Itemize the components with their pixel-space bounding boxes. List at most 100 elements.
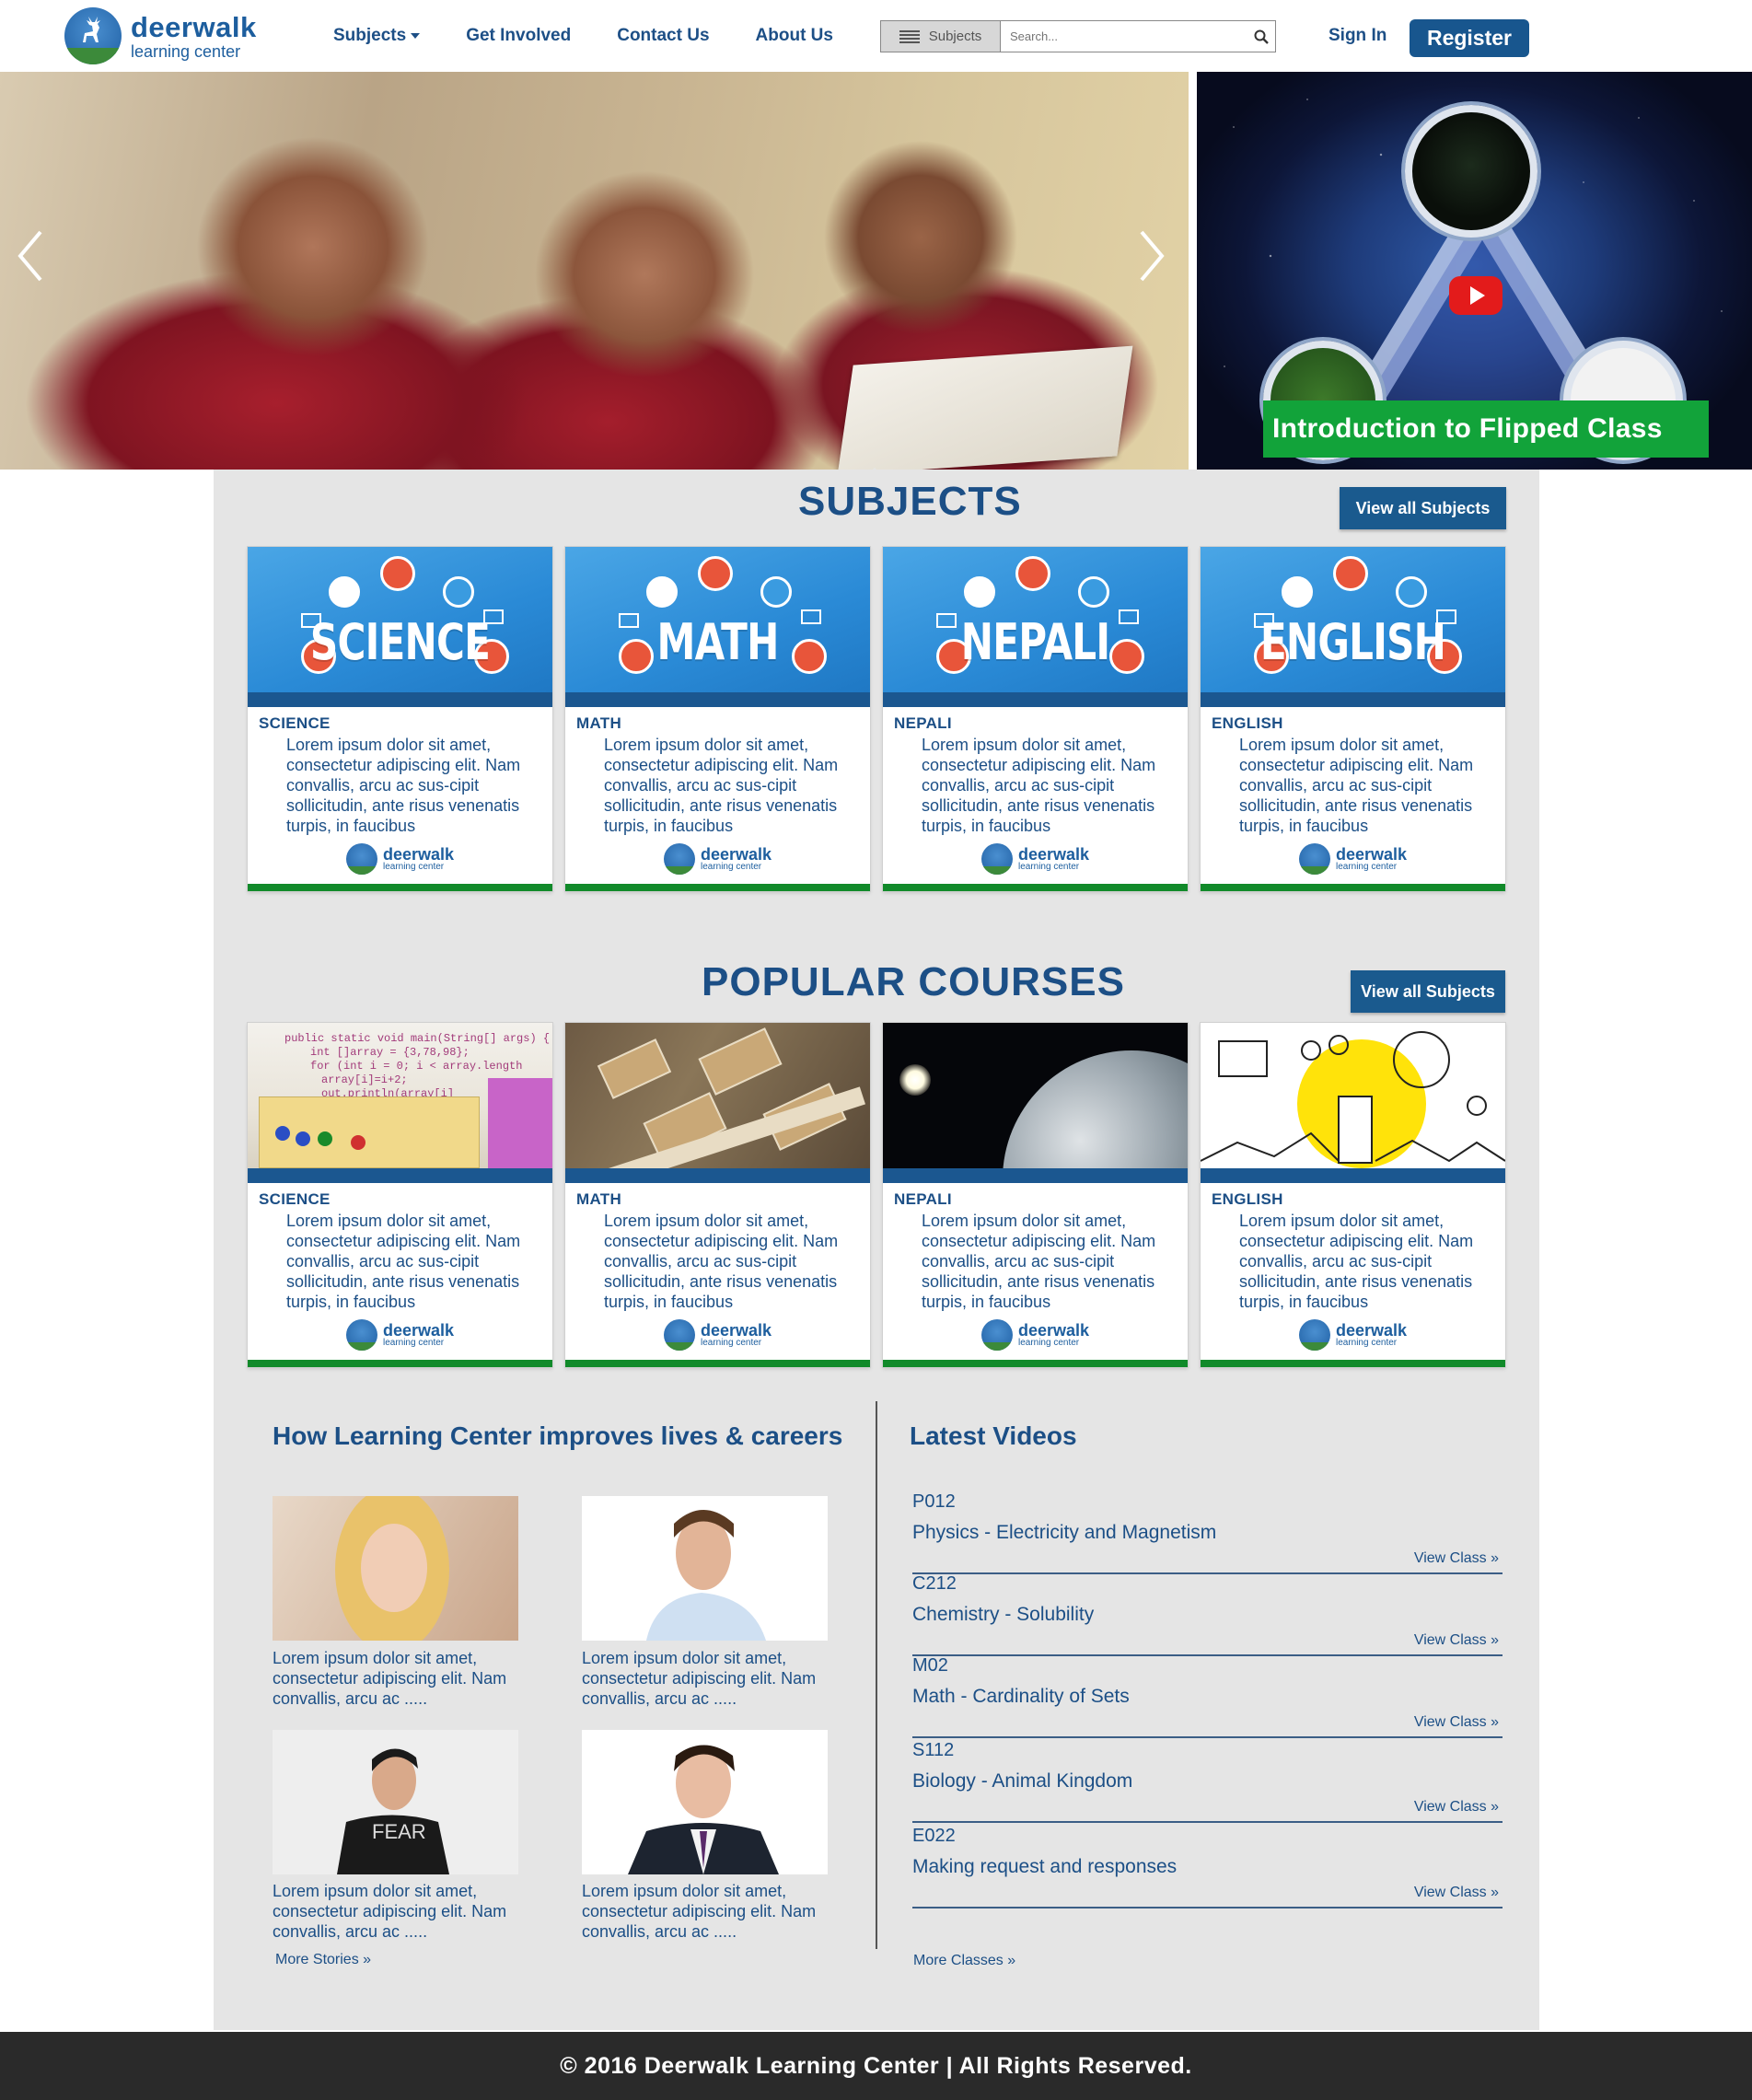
globe-circle bbox=[1405, 105, 1537, 238]
search-category-label: Subjects bbox=[928, 29, 982, 44]
card-brand-tagline: learning center bbox=[1335, 862, 1398, 872]
card-brand-name: deerwalk bbox=[700, 1321, 772, 1340]
video-title: Chemistry - Solubility bbox=[912, 1604, 1095, 1625]
youtube-play-icon[interactable] bbox=[1449, 276, 1503, 315]
subject-banner: MATH bbox=[565, 547, 870, 692]
course-image-classroom bbox=[565, 1023, 870, 1168]
subject-banner-word: MATH bbox=[656, 613, 779, 671]
card-brand-tagline: learning center bbox=[700, 1338, 762, 1348]
card-brand-logo: deerwalk learning center bbox=[883, 843, 1188, 875]
video-title: Making request and responses bbox=[912, 1856, 1178, 1877]
caret-down-icon bbox=[411, 33, 421, 39]
story-photo[interactable] bbox=[582, 1496, 828, 1641]
subject-banner-word: NEPALI bbox=[960, 613, 1110, 671]
footer-copyright: © 2016 Deerwalk Learning Center | All Ri… bbox=[560, 2052, 1192, 2079]
course-card[interactable]: MATH Lorem ipsum dolor sit amet, consect… bbox=[565, 1023, 870, 1367]
card-brand-name: deerwalk bbox=[1335, 845, 1408, 864]
video-code: E022 bbox=[912, 1826, 956, 1846]
video-code: M02 bbox=[912, 1655, 948, 1676]
view-class-link[interactable]: View Class » bbox=[1414, 1632, 1499, 1649]
course-card[interactable]: ENGLISH Lorem ipsum dolor sit amet, cons… bbox=[1201, 1023, 1505, 1367]
site-logo[interactable]: deerwalk learning center bbox=[64, 7, 257, 64]
story-text: Lorem ipsum dolor sit amet, consectetur … bbox=[582, 1882, 817, 1941]
story-photo[interactable] bbox=[582, 1730, 828, 1874]
nav-get-involved[interactable]: Get Involved bbox=[466, 26, 571, 46]
card-category: NEPALI bbox=[894, 714, 952, 732]
card-category: MATH bbox=[576, 714, 622, 732]
card-brand-logo: deerwalk learning center bbox=[248, 843, 552, 875]
story-text: Lorem ipsum dolor sit amet, consectetur … bbox=[273, 1649, 507, 1708]
code-line: public static void main(String[] args) { bbox=[284, 1032, 551, 1045]
brand-name: deerwalk bbox=[131, 10, 257, 43]
view-class-link[interactable]: View Class » bbox=[1414, 1714, 1499, 1731]
video-title: Physics - Electricity and Magnetism bbox=[912, 1522, 1217, 1543]
video-list-item[interactable]: C212 Chemistry - Solubility View Class » bbox=[912, 1573, 1503, 1656]
more-stories-link[interactable]: More Stories » bbox=[275, 1952, 371, 1968]
deer-logo-icon bbox=[64, 7, 122, 64]
hero-pointer-notch bbox=[866, 468, 883, 476]
card-brand-tagline: learning center bbox=[382, 1338, 445, 1348]
subject-card[interactable]: NEPALI NEPALI Lorem ipsum dolor sit amet… bbox=[876, 540, 1188, 891]
video-title: Math - Cardinality of Sets bbox=[912, 1686, 1130, 1707]
site-footer: © 2016 Deerwalk Learning Center | All Ri… bbox=[0, 2032, 1752, 2100]
carousel-next-icon[interactable] bbox=[1138, 228, 1166, 284]
video-list-item[interactable]: E022 Making request and responses View C… bbox=[912, 1826, 1503, 1909]
card-brand-name: deerwalk bbox=[382, 1321, 455, 1340]
card-brand-name: deerwalk bbox=[1335, 1321, 1408, 1340]
nav-subjects[interactable]: Subjects bbox=[333, 26, 421, 46]
view-all-courses-button[interactable]: View all Subjects bbox=[1351, 970, 1505, 1013]
card-category: ENGLISH bbox=[1212, 1190, 1283, 1208]
carousel-prev-icon[interactable] bbox=[17, 228, 44, 284]
subject-card[interactable]: SCIENCE SCIENCE Lorem ipsum dolor sit am… bbox=[240, 540, 552, 891]
subject-card[interactable]: MATH MATH Lorem ipsum dolor sit amet, co… bbox=[558, 540, 870, 891]
video-code: P012 bbox=[912, 1491, 956, 1512]
story-photo[interactable] bbox=[273, 1496, 518, 1641]
course-card[interactable]: NEPALI Lorem ipsum dolor sit amet, conse… bbox=[883, 1023, 1188, 1367]
subject-banner: NEPALI bbox=[883, 547, 1188, 692]
video-list-item[interactable]: P012 Physics - Electricity and Magnetism… bbox=[912, 1491, 1503, 1574]
search-bar: Subjects bbox=[880, 20, 1276, 52]
deer-logo-icon bbox=[980, 843, 1013, 875]
card-brand-tagline: learning center bbox=[382, 862, 445, 872]
video-list-item[interactable]: M02 Math - Cardinality of Sets View Clas… bbox=[912, 1655, 1503, 1738]
list-icon bbox=[899, 29, 920, 43]
register-button[interactable]: Register bbox=[1410, 19, 1529, 57]
card-description: Lorem ipsum dolor sit amet, consectetur … bbox=[1239, 1212, 1474, 1311]
course-card[interactable]: public static void main(String[] args) {… bbox=[248, 1023, 552, 1367]
nav-about[interactable]: About Us bbox=[756, 26, 833, 46]
card-brand-name: deerwalk bbox=[700, 845, 772, 864]
story-text: Lorem ipsum dolor sit amet, consectetur … bbox=[582, 1649, 817, 1708]
more-classes-link[interactable]: More Classes » bbox=[913, 1953, 1015, 1969]
view-class-link[interactable]: View Class » bbox=[1414, 1885, 1499, 1901]
stories-title: How Learning Center improves lives & car… bbox=[273, 1421, 843, 1450]
hero-image-book bbox=[837, 345, 1133, 470]
card-category: SCIENCE bbox=[259, 714, 331, 732]
card-brand-logo: deerwalk learning center bbox=[248, 1319, 552, 1351]
nav-contact[interactable]: Contact Us bbox=[617, 26, 709, 46]
section-divider bbox=[876, 1401, 877, 1949]
video-title-label: Introduction to Flipped Class bbox=[1263, 400, 1709, 458]
code-line: for (int i = 0; i < array.length bbox=[310, 1060, 523, 1073]
card-description: Lorem ipsum dolor sit amet, consectetur … bbox=[286, 736, 521, 835]
view-class-link[interactable]: View Class » bbox=[1414, 1550, 1499, 1567]
deer-logo-icon bbox=[980, 1319, 1013, 1351]
sign-in-link[interactable]: Sign In bbox=[1329, 26, 1387, 46]
story-photo[interactable]: FEAR bbox=[273, 1730, 518, 1874]
subject-card[interactable]: ENGLISH ENGLISH Lorem ipsum dolor sit am… bbox=[1193, 540, 1505, 891]
course-image-code: public static void main(String[] args) {… bbox=[248, 1023, 552, 1168]
card-brand-tagline: learning center bbox=[700, 862, 762, 872]
card-brand-logo: deerwalk learning center bbox=[565, 843, 870, 875]
view-class-link[interactable]: View Class » bbox=[1414, 1799, 1499, 1816]
search-category-select[interactable]: Subjects bbox=[881, 21, 1001, 52]
search-button[interactable] bbox=[1247, 21, 1275, 52]
view-all-subjects-button[interactable]: View all Subjects bbox=[1340, 487, 1506, 529]
subject-banner-word: SCIENCE bbox=[309, 613, 491, 671]
card-description: Lorem ipsum dolor sit amet, consectetur … bbox=[922, 736, 1156, 835]
subject-banner: ENGLISH bbox=[1201, 547, 1505, 692]
deer-logo-icon bbox=[663, 1319, 695, 1351]
video-list-item[interactable]: S112 Biology - Animal Kingdom View Class… bbox=[912, 1740, 1503, 1823]
subject-banner: SCIENCE bbox=[248, 547, 552, 692]
site-header: deerwalk learning center Subjects Get In… bbox=[0, 0, 1752, 72]
search-input[interactable] bbox=[1001, 21, 1247, 52]
course-image-sketch bbox=[1201, 1023, 1505, 1168]
